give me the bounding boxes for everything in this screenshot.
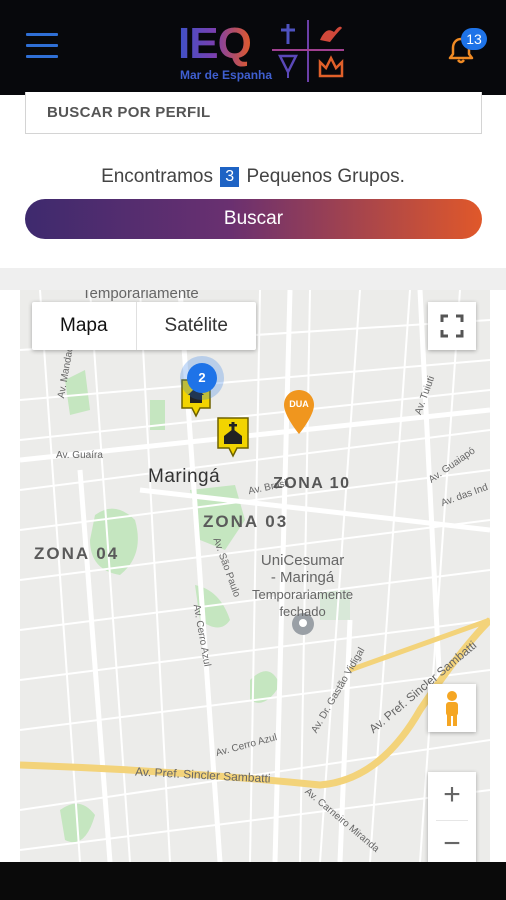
poi-line-1: UniCesumar	[260, 552, 345, 569]
section-divider	[0, 268, 506, 290]
marker-cluster[interactable]: 2	[180, 356, 224, 400]
logo-text: IEQ	[178, 19, 252, 68]
results-suffix: Pequenos Grupos.	[246, 166, 405, 187]
groups-map[interactable]: Temporariamente Av. Mandacarú Av. Guaíra…	[20, 290, 490, 862]
church-logo: IEQ Mar de Espanha	[178, 18, 348, 84]
results-prefix: Encontramos	[101, 166, 214, 187]
results-count-badge: 3	[220, 167, 240, 187]
fullscreen-button[interactable]	[428, 302, 476, 350]
zone-03-label: ZONA 03	[203, 512, 289, 531]
unicesumar-label: UniCesumar - Maringá Temporariamente fec…	[252, 552, 353, 620]
zoom-controls: + −	[428, 772, 476, 862]
street-view-pegman-button[interactable]	[428, 684, 476, 732]
system-navigation-bar	[0, 862, 506, 900]
pegman-icon	[446, 691, 458, 726]
hamburger-menu-icon[interactable]	[26, 33, 58, 59]
profile-search-box	[25, 92, 482, 134]
results-summary: Encontramos 3 Pequenos Grupos.	[0, 166, 506, 188]
cross-symbols-icon	[272, 20, 344, 82]
zone-04-label: ZONA 04	[34, 544, 120, 563]
poi-line-4: fechado	[279, 604, 326, 619]
street-guaira: Av. Guaíra	[56, 450, 103, 461]
zoom-in-button[interactable]: +	[428, 772, 476, 820]
logo-subtitle: Mar de Espanha	[180, 68, 273, 82]
app-header: IEQ Mar de Espanha 13	[0, 0, 506, 95]
church-pin[interactable]	[216, 416, 250, 458]
poi-line-3: Temporariamente	[252, 587, 354, 602]
dua-pin-label: DUA	[289, 399, 309, 409]
poi-top-label: Temporariamente	[82, 290, 199, 302]
map-type-toggle: Mapa Satélite	[32, 302, 256, 350]
dua-pin[interactable]: DUA	[282, 388, 316, 436]
fullscreen-icon	[440, 314, 464, 338]
map-type-mapa-button[interactable]: Mapa	[32, 302, 136, 350]
city-label: Maringá	[148, 466, 221, 487]
map-type-satelite-button[interactable]: Satélite	[137, 302, 256, 350]
buscar-button[interactable]: Buscar	[25, 199, 482, 239]
poi-line-2: - Maringá	[270, 569, 335, 586]
zone-10-label: ZONA 10	[273, 475, 351, 492]
notification-badge: 13	[461, 28, 487, 50]
profile-search-input[interactable]	[26, 92, 481, 133]
cluster-count: 2	[187, 363, 217, 393]
zoom-out-button[interactable]: −	[428, 821, 476, 862]
